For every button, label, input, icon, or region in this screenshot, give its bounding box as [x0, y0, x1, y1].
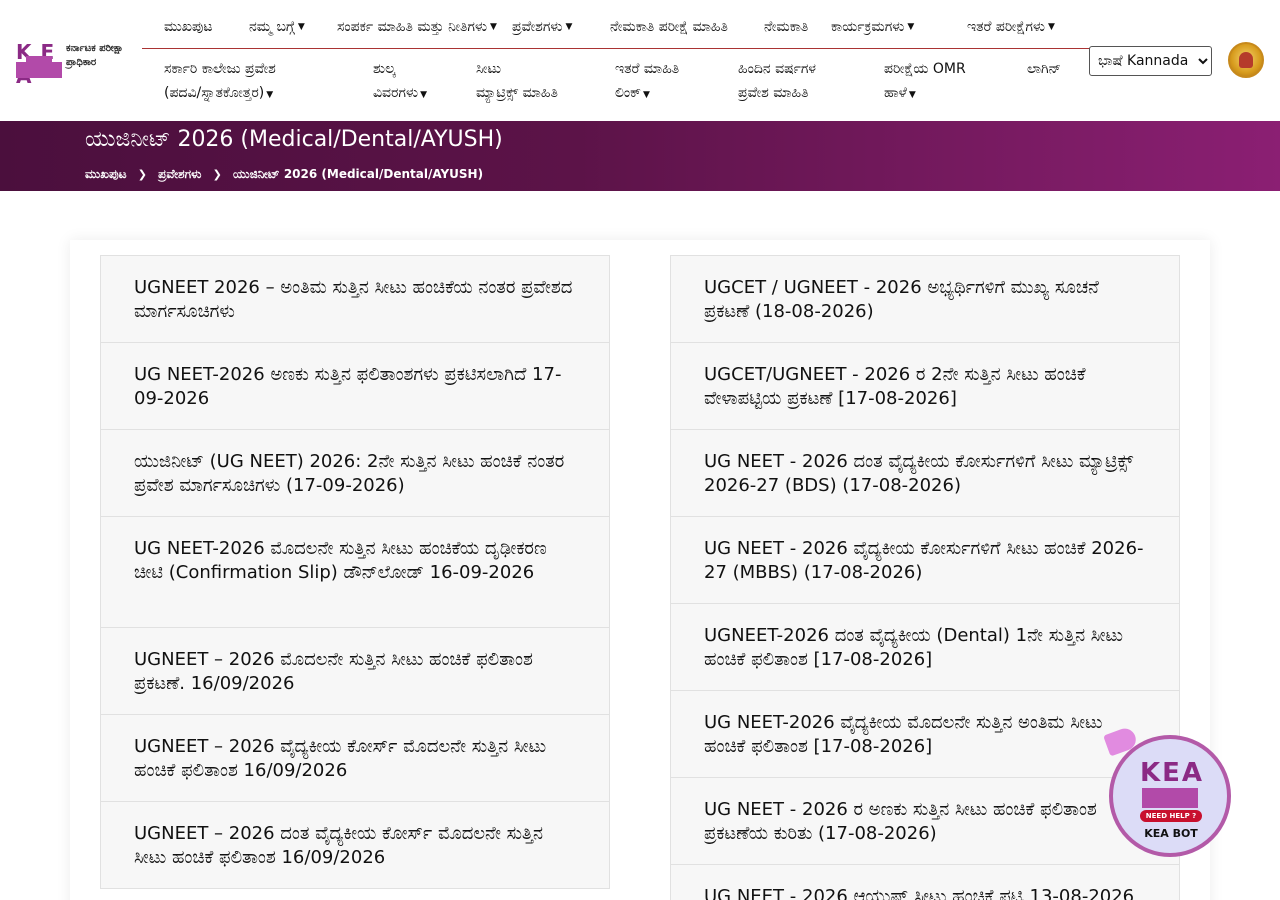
- chevron-down-icon: ▼: [642, 90, 650, 100]
- chevron-down-icon: ▼: [420, 90, 427, 100]
- list-item[interactable]: UGCET/UGNEET - 2026 ರ 2ನೇ ಸುತ್ತಿನ ಸೀಟು ಹ…: [670, 342, 1180, 430]
- list-item-link[interactable]: UGCET / UGNEET - 2026 ಅಭ್ಯರ್ಥಿಗಳಿಗೆ ಮುಖ್…: [704, 276, 1149, 324]
- nav-other-exams[interactable]: ಇತರೆ ಪರೀಕ್ಷೆಗಳು ▼: [967, 19, 1055, 35]
- kea-logo[interactable]: K E A ಕರ್ನಾಟಕ ಪರೀಕ್ಷಾ ಪ್ರಾಧಿಕಾರ: [16, 40, 140, 88]
- list-item[interactable]: UGNEET-2026 ದಂತ ವೈದ್ಯಕೀಯ (Dental) 1ನೇ ಸು…: [670, 603, 1180, 691]
- chevron-down-icon: ▼: [297, 22, 305, 32]
- list-item[interactable]: UG NEET-2026 ಮೊದಲನೇ ಸುತ್ತಿನ ಸೀಟು ಹಂಚಿಕೆಯ…: [100, 516, 610, 628]
- list-item[interactable]: UG NEET - 2026 ದಂತ ವೈದ್ಯಕೀಯ ಕೋರ್ಸುಗಳಿಗೆ …: [670, 429, 1180, 517]
- breadcrumb-home[interactable]: ಮುಖಪುಟ: [85, 167, 127, 182]
- nav-home[interactable]: ಮುಖಪುಟ: [164, 19, 213, 35]
- nav-divider: [142, 48, 1090, 49]
- kea-bot-logo-base: [1142, 788, 1198, 808]
- list-item[interactable]: UGNEET – 2026 ದಂತ ವೈದ್ಯಕೀಯ ಕೋರ್ಸ್ ಮೊದಲನೇ…: [100, 801, 610, 889]
- list-item-link[interactable]: UG NEET-2026 ವೈದ್ಯಕೀಯ ಮೊದಲನೇ ಸುತ್ತಿನ ಅಂತ…: [704, 711, 1149, 759]
- list-item[interactable]: UG NEET - 2026 ಆಯುಷ್ ಸೀಟು ಹಂಚಿಕೆ ಪಟ್ಟಿ 1…: [670, 864, 1180, 900]
- list-item[interactable]: UG NEET - 2026 ರ ಅಣಕು ಸುತ್ತಿನ ಸೀಟು ಹಂಚಿಕ…: [670, 777, 1180, 865]
- page-title: ಯುಜಿನೀಟ್ 2026 (Medical/Dental/AYUSH): [85, 127, 503, 152]
- list-item-link[interactable]: UGNEET 2026 – ಅಂತಿಮ ಸುತ್ತಿನ ಸೀಟು ಹಂಚಿಕೆಯ…: [134, 276, 579, 324]
- chevron-down-icon: ▼: [907, 22, 915, 32]
- list-item[interactable]: UGCET / UGNEET - 2026 ಅಭ್ಯರ್ಥಿಗಳಿಗೆ ಮುಖ್…: [670, 255, 1180, 343]
- breadcrumb: ಮುಖಪುಟ ❯ ಪ್ರವೇಶಗಳು ❯ ಯುಜಿನೀಟ್ 2026 (Medi…: [85, 167, 483, 182]
- breadcrumb-current: ಯುಜಿನೀಟ್ 2026 (Medical/Dental/AYUSH): [233, 167, 484, 181]
- list-item-link[interactable]: ಯುಜಿನೀಟ್ (UG NEET) 2026: 2ನೇ ಸುತ್ತಿನ ಸೀಟ…: [134, 450, 579, 498]
- nav-govt-college-admission[interactable]: ಸರ್ಕಾರಿ ಕಾಲೇಜು ಪ್ರವೇಶ (ಪದವಿ/ಸ್ನಾತಕೋತ್ತರ)…: [164, 57, 349, 107]
- nav-recruitment[interactable]: ನೇಮಕಾತಿ: [764, 19, 808, 35]
- list-item[interactable]: UG NEET-2026 ವೈದ್ಯಕೀಯ ಮೊದಲನೇ ಸುತ್ತಿನ ಅಂತ…: [670, 690, 1180, 778]
- kea-bot-launcher[interactable]: KEA NEED HELP ? KEA BOT: [1103, 725, 1236, 860]
- list-item[interactable]: UGNEET – 2026 ವೈದ್ಯಕೀಯ ಕೋರ್ಸ್ ಮೊದಲನೇ ಸುತ…: [100, 714, 610, 802]
- kea-logo-mark: K E A: [16, 40, 64, 88]
- chevron-down-icon: ▼: [266, 90, 274, 100]
- list-item-link[interactable]: UGNEET-2026 ದಂತ ವೈದ್ಯಕೀಯ (Dental) 1ನೇ ಸು…: [704, 624, 1149, 672]
- list-item-link[interactable]: UG NEET - 2026 ರ ಅಣಕು ಸುತ್ತಿನ ಸೀಟು ಹಂಚಿಕ…: [704, 798, 1149, 846]
- list-item[interactable]: UG NEET-2026 ಅಣಕು ಸುತ್ತಿನ ಫಲಿತಾಂಶಗಳು ಪ್ರ…: [100, 342, 610, 430]
- nav-previous-years[interactable]: ಹಿಂದಿನ ವರ್ಷಗಳ ಪ್ರವೇಶ ಮಾಹಿತಿ: [738, 57, 868, 105]
- list-item-link[interactable]: UG NEET-2026 ಅಣಕು ಸುತ್ತಿನ ಫಲಿತಾಂಶಗಳು ಪ್ರ…: [134, 363, 579, 411]
- chevron-down-icon: ▼: [490, 22, 497, 32]
- kea-bot-logo: KEA: [1140, 758, 1205, 788]
- list-item-link[interactable]: UGNEET – 2026 ದಂತ ವೈದ್ಯಕೀಯ ಕೋರ್ಸ್ ಮೊದಲನೇ…: [134, 822, 579, 870]
- list-item[interactable]: UGNEET – 2026 ಮೊದಲನೇ ಸುತ್ತಿನ ಸೀಟು ಹಂಚಿಕೆ…: [100, 627, 610, 715]
- kea-bot-name: KEA BOT: [1144, 827, 1198, 840]
- chevron-right-icon: ❯: [212, 168, 222, 181]
- list-item[interactable]: UG NEET - 2026 ವೈದ್ಯಕೀಯ ಕೋರ್ಸುಗಳಿಗೆ ಸೀಟು…: [670, 516, 1180, 604]
- nav-programs[interactable]: ಕಾರ್ಯಕ್ರಮಗಳು ▼: [831, 19, 914, 35]
- nav-login[interactable]: ಲಾಗಿನ್: [1027, 57, 1089, 81]
- list-item-link[interactable]: UGNEET – 2026 ಮೊದಲನೇ ಸುತ್ತಿನ ಸೀಟು ಹಂಚಿಕೆ…: [134, 648, 579, 696]
- chevron-down-icon: ▼: [908, 90, 916, 100]
- list-item[interactable]: ಯುಜಿನೀಟ್ (UG NEET) 2026: 2ನೇ ಸುತ್ತಿನ ಸೀಟ…: [100, 429, 610, 517]
- nav-about[interactable]: ನಮ್ಮ ಬಗ್ಗೆ ▼: [249, 19, 305, 35]
- chevron-right-icon: ❯: [137, 168, 147, 181]
- nav-other-info-links[interactable]: ಇತರೆ ಮಾಹಿತಿ ಲಿಂಕ್ ▼: [615, 57, 720, 107]
- list-item[interactable]: UGNEET 2026 – ಅಂತಿಮ ಸುತ್ತಿನ ಸೀಟು ಹಂಚಿಕೆಯ…: [100, 255, 610, 343]
- nav-fee-details[interactable]: ಶುಲ್ಕ ವಿವರಗಳು ▼: [373, 57, 463, 107]
- list-item-link[interactable]: UG NEET - 2026 ಆಯುಷ್ ಸೀಟು ಹಂಚಿಕೆ ಪಟ್ಟಿ 1…: [704, 885, 1149, 900]
- karnataka-emblem: [1228, 42, 1264, 78]
- list-item-link[interactable]: UGNEET – 2026 ವೈದ್ಯಕೀಯ ಕೋರ್ಸ್ ಮೊದಲನೇ ಸುತ…: [134, 735, 579, 783]
- chevron-down-icon: ▼: [1048, 22, 1055, 32]
- nav-seat-matrix[interactable]: ಸೀಟು ಮ್ಯಾಟ್ರಿಕ್ಸ್ ಮಾಹಿತಿ: [476, 57, 601, 105]
- list-item-link[interactable]: UG NEET - 2026 ವೈದ್ಯಕೀಯ ಕೋರ್ಸುಗಳಿಗೆ ಸೀಟು…: [704, 537, 1149, 585]
- site-header: K E A ಕರ್ನಾಟಕ ಪರೀಕ್ಷಾ ಪ್ರಾಧಿಕಾರ ಮುಖಪುಟ ನ…: [0, 0, 1280, 121]
- list-item-link[interactable]: UG NEET - 2026 ದಂತ ವೈದ್ಯಕೀಯ ಕೋರ್ಸುಗಳಿಗೆ …: [704, 450, 1149, 498]
- nav-recruitment-exam-info[interactable]: ನೇಮಕಾತಿ ಪರೀಕ್ಷೆ ಮಾಹಿತಿ: [610, 19, 728, 35]
- nav-omr-sheet[interactable]: ಪರೀಕ್ಷೆಯ OMR ಹಾಳೆ ▼: [884, 57, 1014, 107]
- nav-contact-policies[interactable]: ಸಂಪರ್ಕ ಮಾಹಿತಿ ಮತ್ತು ನೀತಿಗಳು ▼: [337, 19, 497, 35]
- chevron-down-icon: ▼: [565, 22, 573, 32]
- breadcrumb-admissions[interactable]: ಪ್ರವೇಶಗಳು: [158, 167, 201, 182]
- list-item-link[interactable]: UGCET/UGNEET - 2026 ರ 2ನೇ ಸುತ್ತಿನ ಸೀಟು ಹ…: [704, 363, 1149, 411]
- need-help-badge: NEED HELP ?: [1140, 810, 1202, 822]
- language-select[interactable]: ಭಾಷೆ Kannada: [1089, 46, 1212, 76]
- logo-text: ಕರ್ನಾಟಕ ಪರೀಕ್ಷಾ ಪ್ರಾಧಿಕಾರ: [66, 43, 124, 68]
- list-item-link[interactable]: UG NEET-2026 ಮೊದಲನೇ ಸುತ್ತಿನ ಸೀಟು ಹಂಚಿಕೆಯ…: [134, 537, 579, 585]
- nav-admissions[interactable]: ಪ್ರವೇಶಗಳು ▼: [512, 19, 572, 35]
